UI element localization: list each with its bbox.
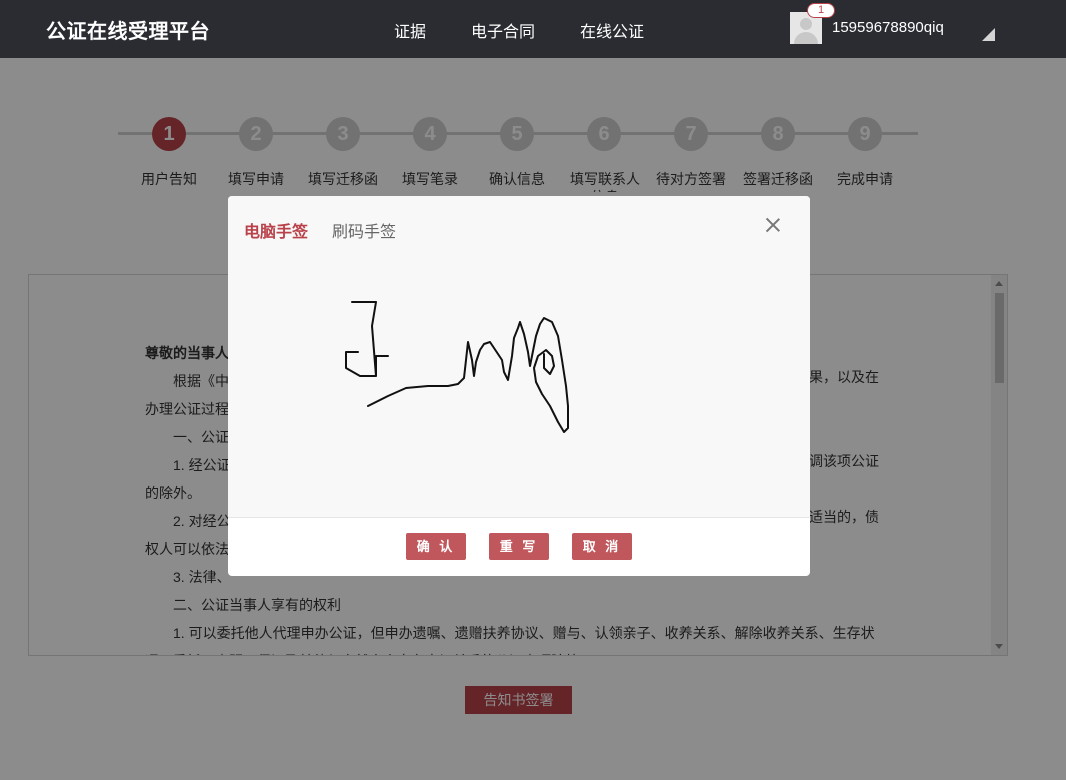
notification-badge[interactable]: 1 [807,3,835,18]
signature-canvas[interactable] [228,256,810,518]
platform-title: 公证在线受理平台 [46,21,210,43]
user-silhouette-icon [800,18,812,30]
username[interactable]: 15959678890qiq [832,19,944,36]
dropdown-arrow-icon[interactable] [982,28,995,41]
tab-qr-signature[interactable]: 刷码手签 [332,218,396,242]
tab-computer-signature[interactable]: 电脑手签 [244,218,308,242]
close-icon[interactable] [764,216,782,234]
confirm-button[interactable]: 确 认 [406,533,466,560]
nav-e-contract[interactable]: 电子合同 [471,18,535,42]
handwritten-signature [345,301,569,433]
top-header: 公证在线受理平台 证据 电子合同 在线公证 1 15959678890qiq [0,0,1066,58]
nav-online-notary[interactable]: 在线公证 [580,18,644,42]
modal-header: 电脑手签 刷码手签 [228,196,810,256]
rewrite-button[interactable]: 重 写 [489,533,549,560]
cancel-button[interactable]: 取 消 [572,533,632,560]
signature-modal: 电脑手签 刷码手签 确 认 重 写 取 消 [228,196,810,576]
nav-evidence[interactable]: 证据 [394,18,426,42]
